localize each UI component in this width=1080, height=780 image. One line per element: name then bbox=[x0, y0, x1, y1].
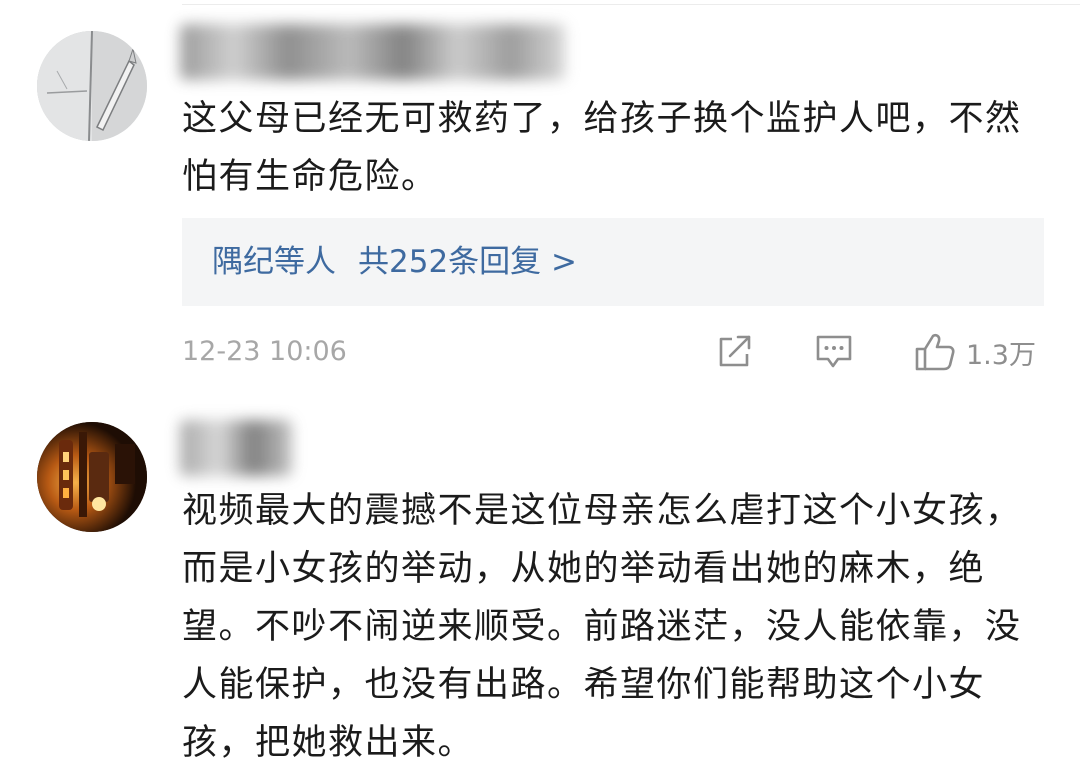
like-icon bbox=[915, 333, 955, 371]
avatar[interactable] bbox=[37, 31, 147, 141]
avatar-image bbox=[37, 31, 147, 141]
comment-text: 视频最大的震撼不是这位母亲怎么虐打这个小女孩，而是小女孩的举动，从她的举动看出她… bbox=[182, 491, 1022, 763]
like-button[interactable]: 1.3万 bbox=[914, 330, 1036, 374]
reply-icon bbox=[816, 335, 852, 368]
replies-count: 共252条回复 > bbox=[358, 244, 577, 280]
username-blurred[interactable] bbox=[180, 420, 292, 476]
comment-item: 视频最大的震撼不是这位母亲怎么虐打这个小女孩，而是小女孩的举动，从她的举动看出她… bbox=[0, 400, 1080, 780]
comment-item: 这父母已经无可救药了，给孩子换个监护人吧，不然怕有生命危险。 隅纪等人 共252条… bbox=[0, 0, 1080, 400]
comment-text: 这父母已经无可救药了，给孩子换个监护人吧，不然怕有生命危险。 bbox=[182, 99, 1022, 197]
avatar-image bbox=[37, 422, 147, 532]
avatar[interactable] bbox=[37, 422, 147, 532]
share-icon bbox=[719, 335, 751, 367]
comment-timestamp: 12-23 10:06 bbox=[182, 336, 347, 367]
like-count: 1.3万 bbox=[966, 339, 1036, 371]
share-button[interactable] bbox=[716, 330, 754, 374]
replies-names: 隅纪等人 bbox=[212, 244, 336, 280]
username-blurred[interactable] bbox=[180, 24, 565, 80]
reply-button[interactable] bbox=[814, 330, 854, 374]
replies-summary[interactable]: 隅纪等人 共252条回复 > bbox=[182, 218, 1044, 306]
